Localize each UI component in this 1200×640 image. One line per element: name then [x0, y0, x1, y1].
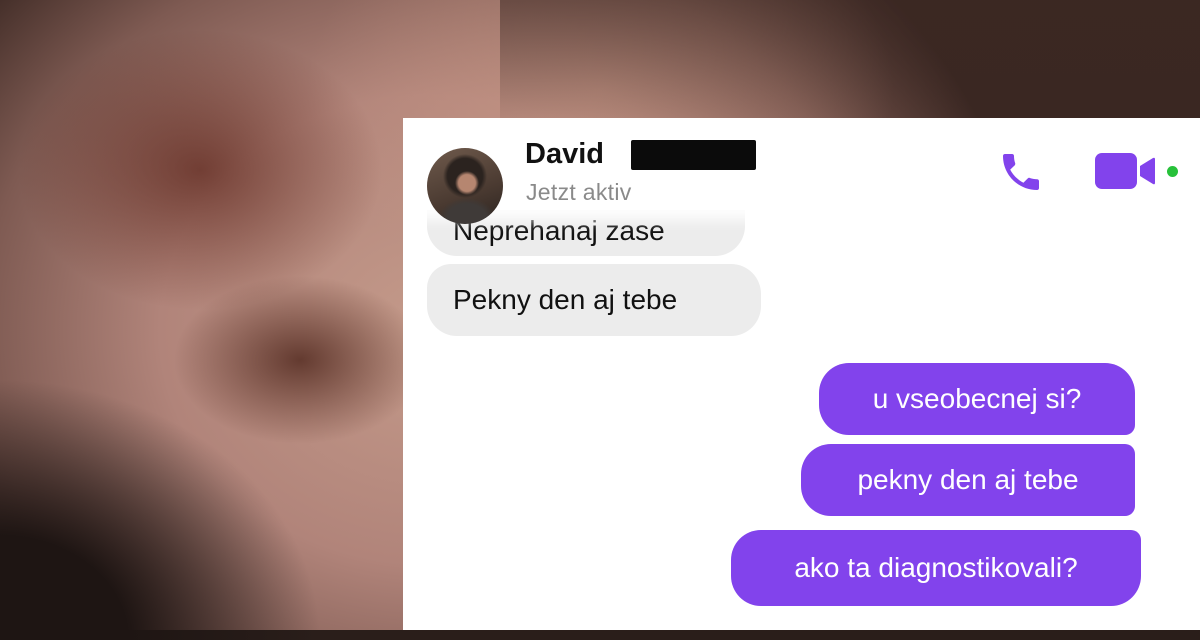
contact-name: David	[525, 138, 604, 170]
background-shadow	[0, 360, 420, 640]
message-text: u vseobecnej si?	[872, 383, 1082, 414]
message-text: ako ta diagnostikovali?	[794, 552, 1078, 583]
chat-screenshot: Neprehanaj zase Pekny den aj tebe u vseo…	[403, 118, 1200, 630]
message-text: pekny den aj tebe	[857, 464, 1079, 495]
phone-icon	[1003, 154, 1039, 190]
message-outgoing: ako ta diagnostikovali?	[731, 530, 1141, 606]
video-call-button[interactable]	[1093, 148, 1161, 194]
chat-header: David Jetzt aktiv	[403, 118, 1200, 210]
active-status: Jetzt aktiv	[526, 179, 632, 205]
message-text: Neprehanaj zase	[453, 215, 665, 246]
message-incoming: Pekny den aj tebe	[427, 264, 761, 336]
online-indicator	[1167, 166, 1178, 177]
message-outgoing: u vseobecnej si?	[819, 363, 1135, 435]
video-camera-icon	[1095, 153, 1155, 189]
redaction-bar	[631, 140, 756, 170]
avatar[interactable]	[427, 148, 503, 224]
message-outgoing: pekny den aj tebe	[801, 444, 1135, 516]
message-text: Pekny den aj tebe	[453, 284, 678, 315]
call-button[interactable]	[995, 146, 1047, 198]
